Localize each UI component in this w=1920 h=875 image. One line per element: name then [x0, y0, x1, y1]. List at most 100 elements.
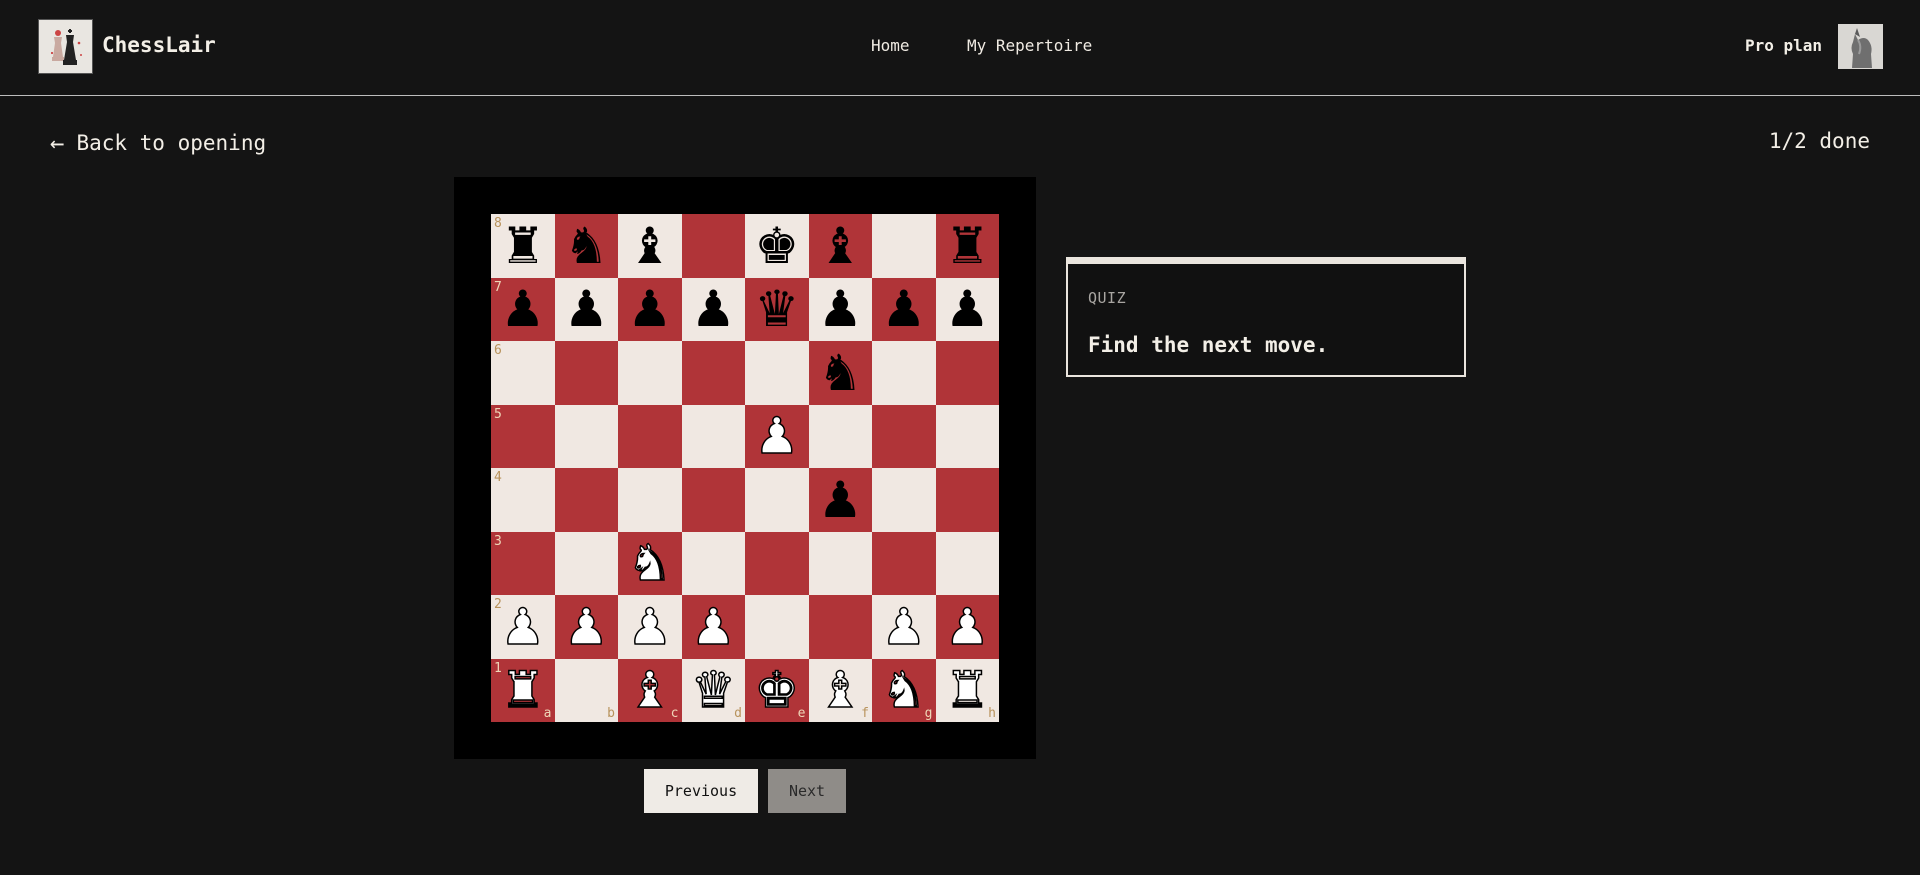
square-e3[interactable]: [745, 531, 809, 595]
square-b5[interactable]: [554, 404, 618, 468]
user-avatar[interactable]: [1838, 24, 1883, 69]
square-a6[interactable]: 6: [491, 341, 555, 405]
white-rook-icon[interactable]: ♜: [500, 665, 546, 717]
white-pawn-icon[interactable]: ♟: [754, 411, 800, 463]
square-d8[interactable]: [681, 214, 745, 278]
black-pawn-icon[interactable]: ♟: [500, 284, 545, 334]
black-pawn-icon[interactable]: ♟: [627, 284, 672, 334]
square-c2[interactable]: ♟: [618, 595, 682, 659]
square-e1[interactable]: e ♚: [745, 658, 809, 722]
square-g5[interactable]: [872, 404, 936, 468]
black-rook-icon[interactable]: ♜: [500, 221, 545, 271]
square-e7[interactable]: ♛: [745, 277, 809, 341]
white-king-icon[interactable]: ♚: [754, 665, 800, 717]
black-pawn-icon[interactable]: ♟: [818, 475, 863, 525]
white-pawn-icon[interactable]: ♟: [944, 601, 990, 653]
square-b8[interactable]: ♞: [554, 214, 618, 278]
white-pawn-icon[interactable]: ♟: [690, 601, 736, 653]
white-pawn-icon[interactable]: ♟: [627, 601, 673, 653]
nav-my-repertoire-link[interactable]: My Repertoire: [967, 36, 1092, 55]
square-e5[interactable]: ♟: [745, 404, 809, 468]
black-knight-icon[interactable]: ♞: [564, 221, 609, 271]
square-c1[interactable]: c ♝: [618, 658, 682, 722]
square-d3[interactable]: [681, 531, 745, 595]
square-g8[interactable]: [872, 214, 936, 278]
square-f3[interactable]: [808, 531, 872, 595]
black-bishop-icon[interactable]: ♝: [818, 221, 863, 271]
square-h5[interactable]: [935, 404, 999, 468]
square-g1[interactable]: g ♞: [872, 658, 936, 722]
square-e6[interactable]: [745, 341, 809, 405]
black-knight-icon[interactable]: ♞: [818, 348, 863, 398]
square-a8[interactable]: 8 ♜: [491, 214, 555, 278]
nav-home-link[interactable]: Home: [871, 36, 910, 55]
square-h2[interactable]: ♟: [935, 595, 999, 659]
square-b7[interactable]: ♟: [554, 277, 618, 341]
white-rook-icon[interactable]: ♜: [944, 665, 990, 717]
black-rook-icon[interactable]: ♜: [945, 221, 990, 271]
square-f8[interactable]: ♝: [808, 214, 872, 278]
black-bishop-icon[interactable]: ♝: [627, 221, 672, 271]
black-pawn-icon[interactable]: ♟: [945, 284, 990, 334]
square-d2[interactable]: ♟: [681, 595, 745, 659]
black-pawn-icon[interactable]: ♟: [564, 284, 609, 334]
square-f2[interactable]: [808, 595, 872, 659]
black-queen-icon[interactable]: ♛: [754, 284, 799, 334]
next-button[interactable]: Next: [768, 769, 846, 813]
square-d1[interactable]: d ♛: [681, 658, 745, 722]
square-d7[interactable]: ♟: [681, 277, 745, 341]
square-a3[interactable]: 3: [491, 531, 555, 595]
square-g7[interactable]: ♟: [872, 277, 936, 341]
square-b3[interactable]: [554, 531, 618, 595]
square-d4[interactable]: [681, 468, 745, 532]
square-c4[interactable]: [618, 468, 682, 532]
square-f4[interactable]: ♟: [808, 468, 872, 532]
white-pawn-icon[interactable]: ♟: [563, 601, 609, 653]
square-a4[interactable]: 4: [491, 468, 555, 532]
square-e8[interactable]: ♚: [745, 214, 809, 278]
square-g3[interactable]: [872, 531, 936, 595]
square-a2[interactable]: 2 ♟: [491, 595, 555, 659]
chessboard[interactable]: 8 ♜ ♞ ♝ ♚ ♝ ♜ 7 ♟ ♟ ♟ ♟ ♛ ♟ ♟ ♟ 6 ♞ 5 ♟ 4 ♟ 3 ♞ 2 ♟ ♟ ♟ ♟ ♟ ♟ 1 a ♜ b c ♝ d ♛ e…: [491, 214, 999, 722]
black-pawn-icon[interactable]: ♟: [818, 284, 863, 334]
square-c3[interactable]: ♞: [618, 531, 682, 595]
previous-button[interactable]: Previous: [644, 769, 758, 813]
square-f7[interactable]: ♟: [808, 277, 872, 341]
square-a7[interactable]: 7 ♟: [491, 277, 555, 341]
square-c7[interactable]: ♟: [618, 277, 682, 341]
square-f1[interactable]: f ♝: [808, 658, 872, 722]
square-h7[interactable]: ♟: [935, 277, 999, 341]
square-a1[interactable]: 1 a ♜: [491, 658, 555, 722]
white-bishop-icon[interactable]: ♝: [817, 665, 863, 717]
square-f5[interactable]: [808, 404, 872, 468]
square-d5[interactable]: [681, 404, 745, 468]
white-bishop-icon[interactable]: ♝: [627, 665, 673, 717]
square-g2[interactable]: ♟: [872, 595, 936, 659]
square-b2[interactable]: ♟: [554, 595, 618, 659]
white-pawn-icon[interactable]: ♟: [881, 601, 927, 653]
square-c6[interactable]: [618, 341, 682, 405]
square-c8[interactable]: ♝: [618, 214, 682, 278]
square-h3[interactable]: [935, 531, 999, 595]
square-b4[interactable]: [554, 468, 618, 532]
black-pawn-icon[interactable]: ♟: [881, 284, 926, 334]
square-h1[interactable]: h ♜: [935, 658, 999, 722]
square-a5[interactable]: 5: [491, 404, 555, 468]
square-e2[interactable]: [745, 595, 809, 659]
square-h6[interactable]: [935, 341, 999, 405]
white-knight-icon[interactable]: ♞: [627, 538, 673, 590]
square-b1[interactable]: b: [554, 658, 618, 722]
brand-name[interactable]: ChessLair: [102, 33, 216, 57]
square-f6[interactable]: ♞: [808, 341, 872, 405]
square-e4[interactable]: [745, 468, 809, 532]
square-c5[interactable]: [618, 404, 682, 468]
square-h8[interactable]: ♜: [935, 214, 999, 278]
square-h4[interactable]: [935, 468, 999, 532]
square-g6[interactable]: [872, 341, 936, 405]
white-queen-icon[interactable]: ♛: [690, 665, 736, 717]
logo[interactable]: [38, 19, 93, 74]
white-knight-icon[interactable]: ♞: [881, 665, 927, 717]
square-b6[interactable]: [554, 341, 618, 405]
square-g4[interactable]: [872, 468, 936, 532]
white-pawn-icon[interactable]: ♟: [500, 601, 546, 653]
